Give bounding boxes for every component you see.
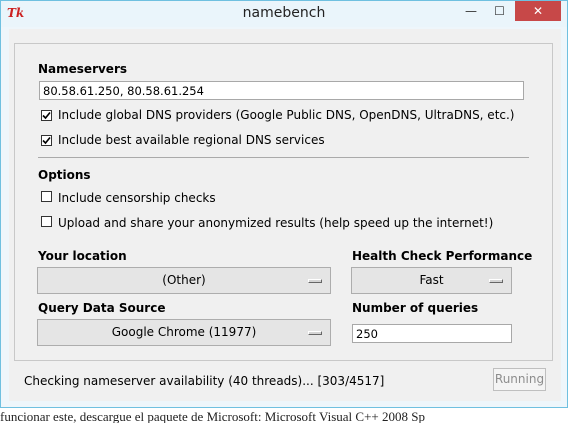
upload-results-checkbox[interactable] — [41, 216, 52, 227]
query-source-menu-button[interactable]: Google Chrome (11977) — [37, 319, 331, 346]
nameservers-heading: Nameservers — [38, 62, 128, 76]
upload-results-label[interactable]: Upload and share your anonymized results… — [58, 216, 493, 230]
main-panel: Nameservers Include global DNS providers… — [9, 29, 561, 401]
checkmark-icon — [42, 136, 51, 145]
close-button[interactable]: ✕ — [515, 1, 561, 21]
location-selected: (Other) — [162, 273, 206, 287]
menu-indicator-icon — [308, 331, 322, 335]
checkmark-icon — [42, 111, 51, 120]
location-menu-button[interactable]: (Other) — [37, 267, 331, 294]
running-button[interactable]: Running — [493, 368, 546, 391]
settings-frame: Nameservers Include global DNS providers… — [14, 43, 553, 361]
query-source-heading: Query Data Source — [38, 301, 166, 315]
include-regional-checkbox[interactable] — [41, 135, 52, 146]
censorship-checkbox[interactable] — [41, 191, 52, 202]
include-global-checkbox[interactable] — [41, 110, 52, 121]
num-queries-input[interactable] — [352, 324, 512, 343]
maximize-button[interactable]: ☐ — [486, 1, 513, 21]
menu-indicator-icon — [489, 279, 503, 283]
options-heading: Options — [38, 168, 91, 182]
background-page-text: funcionar este, descargue el paquete de … — [0, 410, 425, 423]
location-heading: Your location — [38, 249, 127, 263]
censorship-label[interactable]: Include censorship checks — [58, 191, 216, 205]
namebench-window: Tk namebench — ☐ ✕ Nameservers Include g… — [0, 0, 568, 408]
menu-indicator-icon — [308, 279, 322, 283]
query-source-selected: Google Chrome (11977) — [111, 325, 257, 339]
num-queries-heading: Number of queries — [352, 301, 479, 315]
section-divider — [38, 157, 529, 158]
nameservers-input[interactable] — [39, 81, 524, 100]
health-check-heading: Health Check Performance — [352, 249, 533, 263]
include-global-label[interactable]: Include global DNS providers (Google Pub… — [58, 108, 515, 122]
include-regional-label[interactable]: Include best available regional DNS serv… — [58, 133, 325, 147]
health-check-menu-button[interactable]: Fast — [351, 267, 512, 294]
title-bar: Tk namebench — ☐ ✕ — [1, 1, 567, 27]
health-check-selected: Fast — [419, 273, 444, 287]
minimize-button[interactable]: — — [457, 1, 485, 21]
status-text: Checking nameserver availability (40 thr… — [24, 374, 385, 388]
